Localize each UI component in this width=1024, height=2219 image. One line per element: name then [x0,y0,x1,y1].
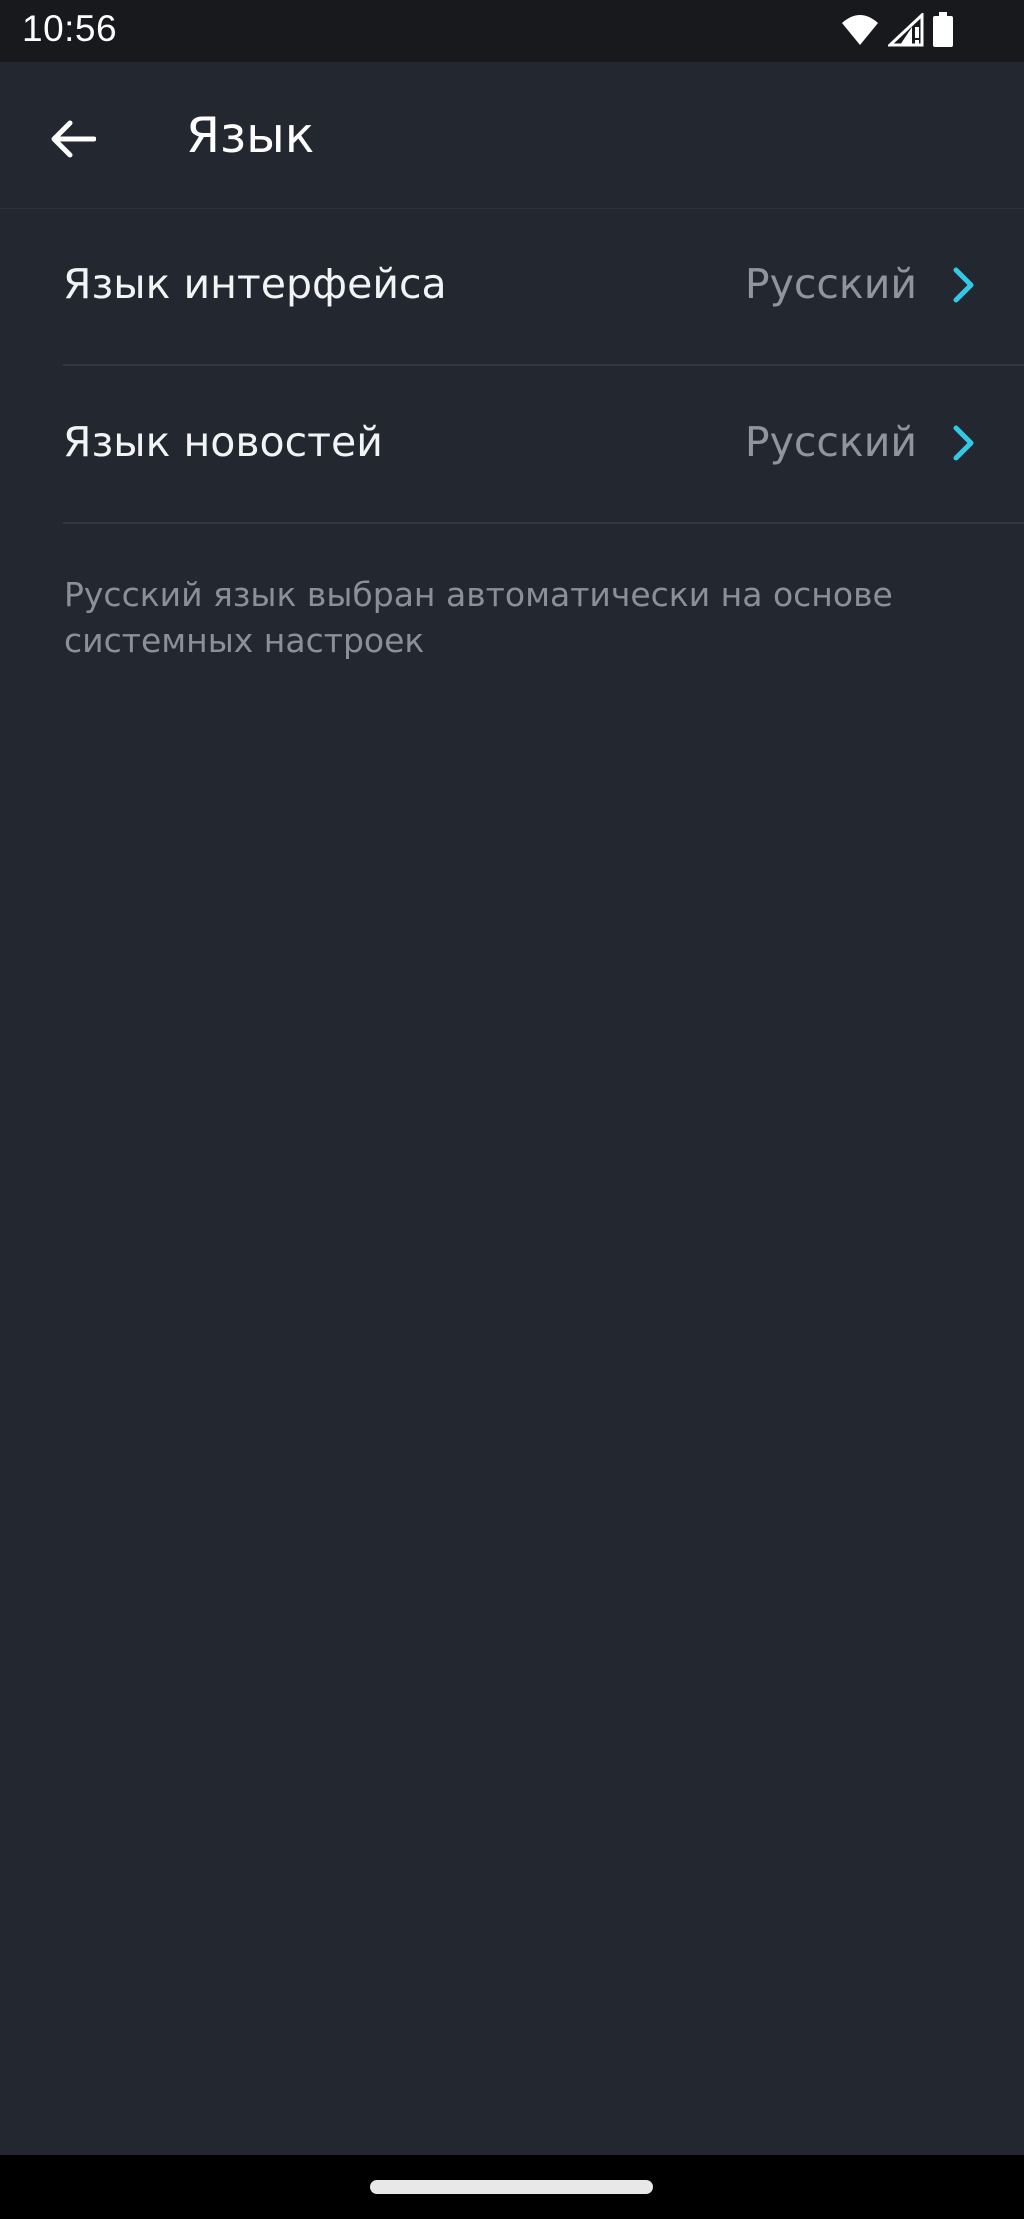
home-indicator[interactable] [370,2180,653,2194]
arrow-left-icon [50,119,97,163]
signal-icon [886,11,924,51]
wifi-icon [840,13,880,51]
status-icons [840,11,954,52]
setting-label: Язык интерфейса [63,260,447,308]
battery-icon [932,12,954,52]
navigation-bar [0,2155,1024,2219]
setting-label: Язык новостей [63,418,383,466]
status-time: 10:56 [22,8,118,49]
setting-news-language[interactable]: Язык новостей Русский [63,366,1024,524]
setting-interface-language[interactable]: Язык интерфейса Русский [63,208,1024,366]
setting-value: Русский [744,260,917,308]
chevron-right-icon [952,424,976,462]
page-title: Язык [186,107,315,164]
setting-value: Русский [744,418,917,466]
auto-language-note: Русский язык выбран автоматически на осн… [64,575,893,660]
settings-list: Язык интерфейса Русский Язык новостей Ру… [0,208,1024,524]
status-bar: 10:56 [0,0,1024,62]
app-bar: Язык [0,62,1024,209]
back-button[interactable] [30,98,116,184]
chevron-right-icon [952,266,976,304]
